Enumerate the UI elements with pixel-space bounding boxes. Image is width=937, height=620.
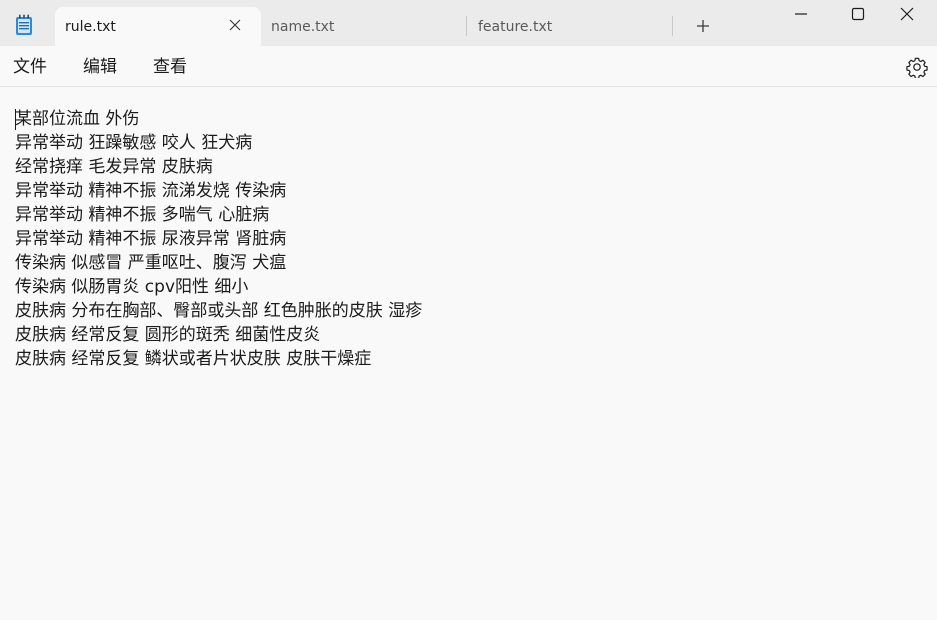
close-icon: [900, 7, 914, 21]
editor-lines: 某部位流血 外伤 异常举动 狂躁敏感 咬人 狂犬病 经常挠痒 毛发异常 皮肤病 …: [15, 107, 422, 371]
text-line: 异常举动 精神不振 流涕发烧 传染病: [15, 181, 287, 201]
text-line: 异常举动 精神不振 多喘气 心脏病: [15, 205, 270, 225]
text-line: 异常举动 精神不振 尿液异常 肾脏病: [15, 229, 287, 249]
menu-view[interactable]: 查看: [153, 56, 187, 78]
minimize-button[interactable]: [771, 0, 831, 28]
text-line: 经常挠痒 毛发异常 皮肤病: [15, 157, 213, 177]
close-icon: [229, 19, 241, 31]
text-line: 异常举动 狂躁敏感 咬人 狂犬病: [15, 133, 253, 153]
menu-file[interactable]: 文件: [13, 56, 47, 78]
menu-bar: 文件 编辑 查看: [0, 46, 937, 87]
notepad-icon: [16, 14, 32, 35]
maximize-icon: [851, 7, 865, 21]
text-line: 传染病 似感冒 严重呕吐、腹泻 犬瘟: [15, 253, 287, 273]
tab-name[interactable]: name.txt: [271, 7, 461, 46]
text-line: 某部位流血 外伤: [15, 109, 140, 129]
title-bar: rule.txt name.txt feature.txt: [0, 0, 937, 46]
text-line: 传染病 似肠胃炎 cpv阳性 细小: [15, 277, 249, 297]
new-tab-button[interactable]: [692, 15, 714, 37]
text-editor[interactable]: 某部位流血 外伤 异常举动 狂躁敏感 咬人 狂犬病 经常挠痒 毛发异常 皮肤病 …: [0, 87, 937, 620]
tab-label: name.txt: [271, 18, 335, 35]
text-line: 皮肤病 经常反复 圆形的斑秃 细菌性皮炎: [15, 325, 321, 345]
notepad-window: rule.txt name.txt feature.txt 文件 编辑 查看 某…: [0, 0, 937, 620]
tab-label: feature.txt: [478, 18, 553, 35]
close-tab-button[interactable]: [227, 17, 243, 33]
text-line: 皮肤病 分布在胸部、臀部或头部 红色肿胀的皮肤 湿疹: [15, 301, 423, 321]
minimize-icon: [795, 13, 807, 15]
gear-icon[interactable]: [906, 56, 928, 78]
close-window-button[interactable]: [877, 0, 937, 28]
tab-divider: [672, 16, 673, 36]
plus-icon: [697, 20, 709, 32]
tab-feature[interactable]: feature.txt: [478, 7, 668, 46]
tab-label: rule.txt: [65, 18, 116, 35]
menu-edit[interactable]: 编辑: [83, 56, 117, 78]
tab-rule[interactable]: rule.txt: [55, 7, 261, 46]
text-line: 皮肤病 经常反复 鳞状或者片状皮肤 皮肤干燥症: [15, 349, 372, 369]
tab-divider: [466, 16, 467, 36]
